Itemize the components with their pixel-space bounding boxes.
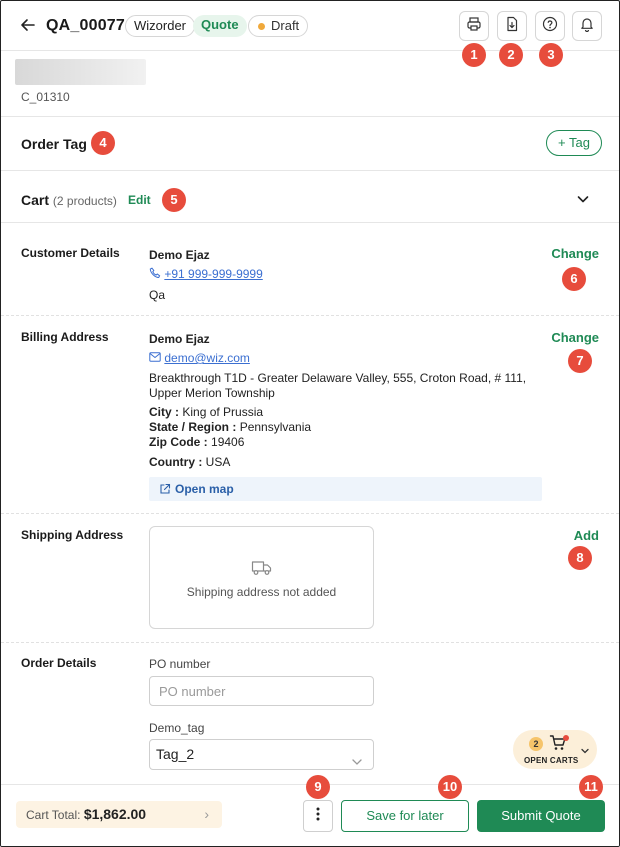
annotation-badge: 8 — [568, 546, 592, 570]
billing-name: Demo Ejaz — [149, 332, 210, 346]
bell-icon — [579, 16, 595, 37]
annotation-badge: 2 — [499, 43, 523, 67]
print-button[interactable] — [459, 11, 489, 41]
draft-dot-icon — [258, 23, 265, 30]
customer-phone-link[interactable]: +91 999-999-9999 — [164, 267, 262, 281]
order-type-chip: Wizorder — [125, 15, 196, 37]
add-tag-button[interactable]: + Tag — [546, 130, 602, 156]
draft-label: Draft — [271, 18, 300, 33]
demo-tag-select[interactable]: Tag_2 — [149, 739, 374, 770]
more-options-button[interactable] — [303, 800, 333, 832]
help-icon — [542, 16, 558, 37]
billing-zip: Zip Code : 19406 — [149, 435, 244, 449]
cart-total-value: $1,862.00 — [83, 806, 147, 822]
header: QA_00077 Wizorder Quote Draft — [1, 1, 619, 51]
billing-country: Country : USA — [149, 455, 230, 469]
customer-note: Qa — [149, 288, 166, 302]
country-value: USA — [205, 455, 231, 469]
chevron-down-icon — [351, 749, 363, 778]
add-shipping-button[interactable]: Add — [574, 528, 599, 543]
order-status-chip: Quote — [193, 15, 247, 37]
city-label: City : — [149, 405, 179, 419]
open-carts-button[interactable]: 2 OPEN CARTS — [513, 730, 597, 769]
kebab-menu-icon — [316, 807, 320, 826]
customer-phone-row: +91 999-999-9999 — [149, 267, 263, 281]
mail-icon — [149, 351, 161, 365]
alert-dot-icon — [563, 735, 569, 741]
download-button[interactable] — [497, 11, 527, 41]
add-tag-label: Tag — [569, 135, 590, 150]
phone-icon — [149, 267, 161, 281]
back-arrow-icon[interactable] — [19, 16, 39, 36]
state-label: State / Region : — [149, 420, 237, 434]
printer-icon — [466, 16, 482, 37]
cart-title: Cart (2 products) — [21, 192, 117, 208]
state-value: Pennsylvania — [239, 420, 312, 434]
save-for-later-button[interactable]: Save for later — [341, 800, 469, 832]
external-link-icon — [159, 482, 175, 496]
customer-name-redacted — [15, 59, 146, 85]
zip-label: Zip Code : — [149, 435, 208, 449]
shipping-empty-text: Shipping address not added — [186, 585, 337, 599]
chevron-right-icon: › — [204, 806, 209, 822]
divider — [1, 116, 619, 117]
submit-quote-button[interactable]: Submit Quote — [477, 800, 605, 832]
shipping-empty-state: Shipping address not added — [149, 526, 374, 629]
notifications-button[interactable] — [572, 11, 602, 41]
annotation-badge: 1 — [462, 43, 486, 67]
edit-cart-link[interactable]: Edit — [128, 193, 151, 207]
annotation-badge: 4 — [91, 131, 115, 155]
download-file-icon — [504, 16, 520, 37]
page-title: QA_00077 — [46, 17, 125, 34]
billing-address-line1: Breakthrough T1D - Greater Delaware Vall… — [149, 371, 527, 385]
divider — [1, 222, 619, 223]
shipping-address-label: Shipping Address — [21, 528, 124, 542]
billing-address-label: Billing Address — [21, 330, 109, 344]
order-tag-title: Order Tag — [21, 136, 87, 152]
cart-product-count: (2 products) — [52, 194, 117, 208]
open-carts-label: OPEN CARTS — [524, 756, 579, 765]
po-number-label: PO number — [149, 657, 211, 671]
divider — [1, 513, 619, 514]
billing-email-link[interactable]: demo@wiz.com — [164, 351, 250, 365]
cart-total-label: Cart Total: — [26, 808, 81, 822]
help-button[interactable] — [535, 11, 565, 41]
change-customer-button[interactable]: Change — [551, 246, 599, 261]
annotation-badge: 5 — [162, 188, 186, 212]
billing-city: City : King of Prussia — [149, 405, 263, 419]
open-map-label: Open map — [175, 482, 234, 496]
annotation-badge: 7 — [568, 349, 592, 373]
divider — [1, 170, 619, 171]
customer-code: C_01310 — [21, 90, 70, 104]
open-map-button[interactable]: Open map — [149, 477, 542, 501]
open-carts-count: 2 — [529, 737, 543, 751]
billing-state: State / Region : Pennsylvania — [149, 420, 311, 434]
change-billing-button[interactable]: Change — [551, 330, 599, 345]
demo-tag-value: Tag_2 — [156, 746, 195, 762]
country-label: Country : — [149, 455, 203, 469]
cart-total-button[interactable]: Cart Total: $1,862.00 › — [16, 801, 222, 828]
app-frame: QA_00077 Wizorder Quote Draft 1 2 3 C_01… — [0, 0, 620, 847]
divider — [1, 315, 619, 316]
annotation-badge: 10 — [438, 775, 462, 799]
chevron-down-icon[interactable] — [575, 191, 591, 207]
customer-name: Demo Ejaz — [149, 248, 210, 262]
annotation-badge: 3 — [539, 43, 563, 67]
billing-address-line2: Upper Merion Township — [149, 386, 275, 400]
draft-chip: Draft — [248, 15, 309, 37]
annotation-badge: 11 — [579, 775, 603, 799]
billing-email-row: demo@wiz.com — [149, 351, 250, 365]
po-number-input[interactable] — [149, 676, 374, 706]
order-details-label: Order Details — [21, 656, 97, 670]
city-value: King of Prussia — [182, 405, 264, 419]
zip-value: 19406 — [211, 435, 245, 449]
annotation-badge: 6 — [562, 267, 586, 291]
demo-tag-label: Demo_tag — [149, 721, 205, 735]
annotation-badge: 9 — [306, 775, 330, 799]
divider — [1, 642, 619, 643]
plus-icon: + — [558, 135, 566, 150]
chevron-down-icon — [580, 743, 590, 761]
cart-title-label: Cart — [21, 192, 50, 208]
customer-details-label: Customer Details — [21, 246, 120, 260]
